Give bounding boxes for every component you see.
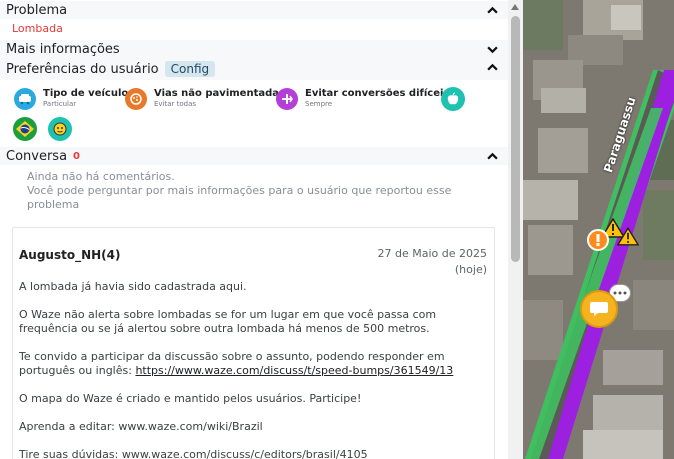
more-info-section-title: Mais informações	[6, 41, 120, 57]
pref-vehicle-subtitle: Particular	[43, 100, 77, 108]
comment-paragraph-2b: frequência ou se já alertou sobre outra …	[19, 322, 430, 335]
pref-unpaved-roads: Vias não pavimentadas Evitar todas	[125, 88, 285, 110]
scroll-up-arrow-icon[interactable]	[511, 4, 519, 10]
pref-unpaved-title: Vias não pavimentadas	[154, 88, 285, 99]
chevron-up-icon[interactable]	[487, 5, 498, 16]
car-icon	[14, 88, 36, 110]
comment-date: 27 de Maio de 2025	[377, 247, 488, 260]
difficult-turn-icon	[276, 88, 298, 110]
chevron-up-icon[interactable]	[487, 62, 498, 73]
pref-difficult-turns-subtitle: Sempre	[305, 100, 333, 108]
comment-paragraph-5: Aprenda a editar: www.waze.com/wiki/Braz…	[19, 420, 263, 433]
comment-paragraph-6: Tire suas dúvidas: www.waze.com/discuss/…	[19, 448, 368, 459]
problem-section-header[interactable]: Problema	[0, 1, 508, 19]
empty-line-3: problema	[27, 198, 80, 211]
config-button[interactable]: Config	[164, 61, 216, 77]
conversation-empty-message: Ainda não há comentários. Você pode perg…	[27, 170, 451, 212]
pref-vehicle-type: Tipo de veículo Particular	[14, 88, 128, 110]
comment-paragraph-4: O mapa do Waze é criado e mantido pelos …	[19, 392, 362, 405]
pref-difficult-turns: Evitar conversões difíceis Sempre	[276, 88, 449, 110]
conversation-section-header[interactable]: Conversa 0	[0, 147, 508, 165]
comment-paragraph-2a: O Waze não alerta sobre lombadas se for …	[19, 308, 437, 321]
comment-body: A lombada já havia sido cadastrada aqui.…	[19, 280, 453, 459]
discussion-link[interactable]: https://www.waze.com/discuss/t/speed-bum…	[135, 364, 453, 377]
alert-exclamation-icon[interactable]	[587, 229, 609, 251]
pref-vehicle-title: Tipo de veículo	[43, 88, 129, 99]
pref-unpaved-subtitle: Evitar todas	[154, 100, 197, 108]
panel-scrollbar[interactable]	[508, 0, 523, 459]
issue-panel: Problema Lombada Mais informações Prefer…	[0, 0, 508, 459]
brazil-flag-icon	[13, 117, 37, 141]
waze-mood-icon	[48, 117, 72, 141]
comment-paragraph-3a: Te convido a participar da discussão sob…	[19, 350, 445, 363]
comment-author[interactable]: Augusto_NH(4)	[19, 248, 121, 262]
hazard-warning-icon[interactable]	[616, 226, 640, 250]
preferences-section-title: Preferências do usuário	[6, 61, 159, 77]
empty-line-2: Você pode perguntar por mais informações…	[27, 184, 452, 197]
comment-paragraph-1: A lombada já havia sido cadastrada aqui.	[19, 280, 247, 293]
comment-paragraph-3b-prefix: português ou inglês:	[19, 364, 136, 377]
preferences-section-header[interactable]: Preferências do usuário Config	[0, 58, 508, 80]
map-view[interactable]: Paraguassu	[523, 0, 674, 459]
more-info-section-header[interactable]: Mais informações	[0, 40, 508, 58]
problem-section-title: Problema	[6, 2, 68, 18]
pref-difficult-turns-title: Evitar conversões difíceis	[305, 88, 450, 99]
apple-icon	[441, 87, 465, 111]
comment-relative-date: (hoje)	[454, 263, 487, 276]
unpaved-road-icon	[125, 88, 147, 110]
comment-card: Augusto_NH(4) 27 de Maio de 2025 (hoje) …	[12, 227, 495, 459]
map-issue-marker-icon[interactable]	[580, 290, 618, 328]
problem-value: Lombada	[12, 22, 63, 35]
chevron-up-icon[interactable]	[487, 151, 498, 162]
empty-line-1: Ainda não há comentários.	[27, 170, 175, 183]
scrollbar-thumb[interactable]	[511, 16, 520, 262]
conversation-count-badge: 0	[73, 150, 81, 162]
comment-paragraph-3b: português ou inglês: https://www.waze.co…	[19, 364, 453, 378]
conversation-section-title: Conversa	[6, 148, 68, 164]
chevron-down-icon[interactable]	[487, 44, 498, 55]
